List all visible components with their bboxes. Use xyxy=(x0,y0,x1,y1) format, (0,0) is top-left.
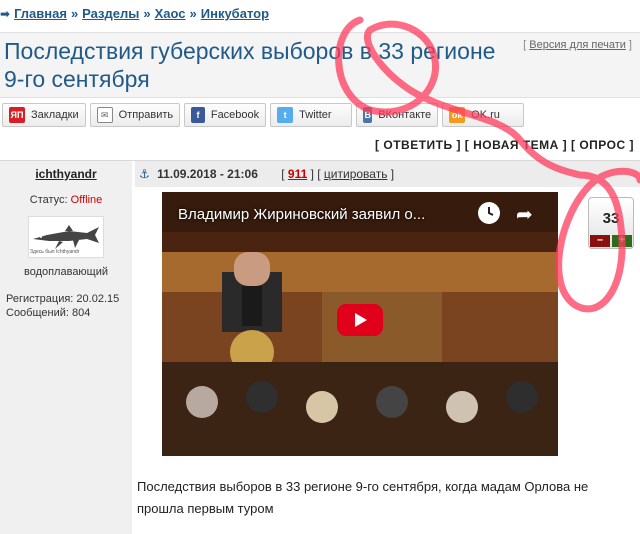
poll-button[interactable]: ОПРОС xyxy=(579,138,625,152)
rating-plus-button[interactable]: + xyxy=(612,235,632,247)
video-embed[interactable]: Владимир Жириновский заявил о... ➦ xyxy=(162,192,558,456)
breadcrumb: ➡ Главная » Разделы » Хаос » Инкубатор xyxy=(0,6,269,21)
share-label: Facebook xyxy=(210,109,260,121)
post-header: ichthyandr ⚓ 11.09.2018 - 21:06 [ 911 ] … xyxy=(0,160,640,187)
twitter-icon: t xyxy=(277,107,294,123)
post-number[interactable]: 911 xyxy=(288,167,307,181)
print-link-wrapper: [ Версия для печати ] xyxy=(523,39,632,51)
share-button-facebook[interactable]: f Facebook xyxy=(184,103,267,127)
yandex-bookmarks-icon: ЯП xyxy=(9,107,25,123)
share-icon[interactable]: ➦ xyxy=(516,202,533,227)
message-count: Сообщений: 804 xyxy=(6,307,91,319)
new-topic-button[interactable]: НОВАЯ ТЕМА xyxy=(473,138,559,152)
breadcrumb-separator: » xyxy=(189,6,197,21)
topic-actions: [ ОТВЕТИТЬ ] [ НОВАЯ ТЕМА ] [ ОПРОС ] xyxy=(375,138,634,152)
share-label: Twitter xyxy=(299,109,332,121)
user-rank: водоплавающий xyxy=(23,266,109,278)
odnoklassniki-icon: ok xyxy=(449,107,466,123)
share-bar: ЯП Закладки ✉ Отправить f Facebook t Twi… xyxy=(2,103,525,127)
share-button-vk[interactable]: B ВКонтакте xyxy=(356,103,439,127)
rating-minus-button[interactable]: – xyxy=(590,235,610,247)
share-button-ok[interactable]: ok OK.ru xyxy=(442,103,525,127)
status-label: Статус: xyxy=(29,194,68,206)
post-meta: ⚓ 11.09.2018 - 21:06 [ 911 ] [ цитироват… xyxy=(135,161,640,187)
registration-date: Регистрация: 20.02.15 xyxy=(6,293,120,305)
share-label: Закладки xyxy=(31,109,79,121)
arrow-right-icon: ➡ xyxy=(0,6,11,21)
breadcrumb-home[interactable]: Главная xyxy=(14,6,67,21)
play-button[interactable] xyxy=(337,304,383,336)
reply-button[interactable]: ОТВЕТИТЬ xyxy=(383,138,452,152)
rating-widget: 33 – + xyxy=(588,197,634,249)
share-button-bookmarks[interactable]: ЯП Закладки xyxy=(2,103,86,127)
breadcrumb-sections[interactable]: Разделы xyxy=(82,6,139,21)
breadcrumb-separator: » xyxy=(70,6,79,21)
status-value: Offline xyxy=(70,194,103,206)
breadcrumb-separator: » xyxy=(143,6,151,21)
cite-link[interactable]: цитировать xyxy=(324,167,388,181)
mail-icon: ✉ xyxy=(96,107,113,123)
share-button-twitter[interactable]: t Twitter xyxy=(270,103,353,127)
user-status: Статус: Offline xyxy=(0,194,132,206)
breadcrumb-incubator[interactable]: Инкубатор xyxy=(201,6,269,21)
user-stats: Регистрация: 20.02.15 Сообщений: 804 xyxy=(6,292,119,320)
author-name[interactable]: ichthyandr xyxy=(35,167,96,181)
post-datetime: 11.09.2018 - 21:06 xyxy=(157,167,258,181)
facebook-icon: f xyxy=(191,107,205,123)
breadcrumb-chaos[interactable]: Хаос xyxy=(155,6,186,21)
video-title: Владимир Жириновский заявил о... xyxy=(178,206,426,223)
vk-icon: B xyxy=(363,107,373,123)
avatar-caption: Здесь был Ichthyandr xyxy=(30,249,80,255)
anchor-icon[interactable]: ⚓ xyxy=(139,167,150,181)
play-icon xyxy=(355,313,367,327)
page-title: Последствия губерских выборов в 33 регио… xyxy=(4,38,496,92)
post-body: Последствия выборов в 33 регионе 9-го се… xyxy=(137,479,589,516)
watch-later-icon[interactable] xyxy=(478,202,500,224)
share-label: Отправить xyxy=(118,109,174,121)
share-label: ВКонтакте xyxy=(378,109,432,121)
author-sidebar: Статус: Offline Здесь был Ichthyandr вод… xyxy=(0,186,132,534)
print-version-link[interactable]: Версия для печати xyxy=(529,39,626,51)
title-area: Последствия губерских выборов в 33 регио… xyxy=(0,32,640,98)
author-cell: ichthyandr xyxy=(0,161,132,187)
share-button-send[interactable]: ✉ Отправить xyxy=(89,103,181,127)
rating-value: 33 xyxy=(602,210,620,227)
share-label: OK.ru xyxy=(471,109,500,121)
